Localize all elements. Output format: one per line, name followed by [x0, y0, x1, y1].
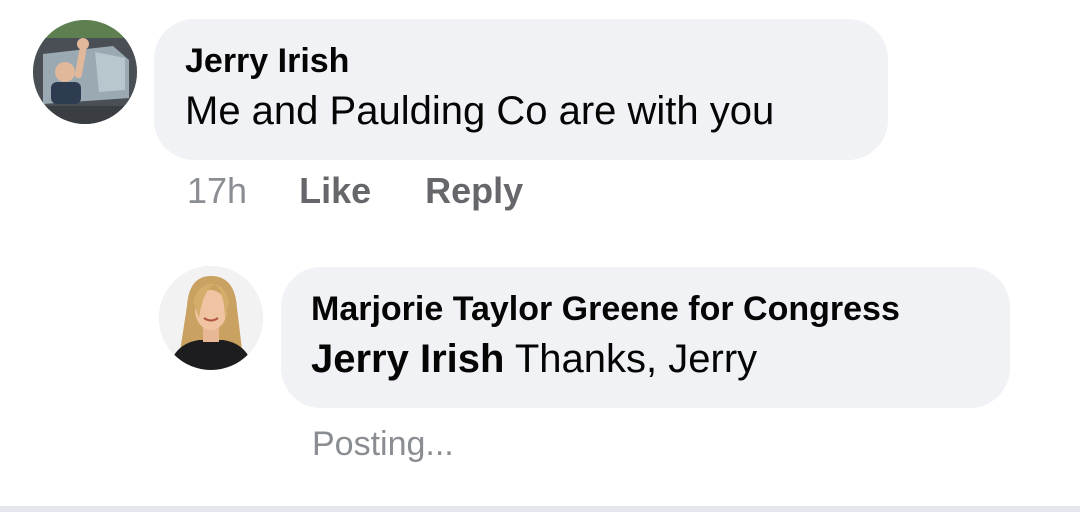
reply-bubble: Marjorie Taylor Greene for Congress Jerr…	[281, 267, 1010, 408]
reply-text-line: Jerry Irish Thanks, Jerry	[311, 333, 1010, 385]
reply-author-avatar[interactable]	[159, 266, 263, 370]
comment-author-name[interactable]: Jerry Irish	[185, 41, 888, 81]
man-in-car-waving-image	[33, 20, 137, 124]
bottom-divider	[0, 506, 1080, 512]
comment-actions: 17h Like Reply	[187, 168, 523, 214]
reply-button[interactable]: Reply	[425, 170, 523, 212]
reply-text: Thanks, Jerry	[504, 337, 758, 381]
comment-timestamp[interactable]: 17h	[187, 170, 247, 212]
woman-portrait-image	[159, 266, 263, 370]
reply-author-name[interactable]: Marjorie Taylor Greene for Congress	[311, 289, 1010, 329]
commenter-avatar[interactable]	[33, 20, 137, 124]
like-button[interactable]: Like	[299, 170, 371, 212]
mention-link[interactable]: Jerry Irish	[311, 337, 504, 381]
posting-status: Posting...	[312, 425, 454, 463]
comment-text: Me and Paulding Co are with you	[185, 89, 775, 133]
comment-bubble: Jerry Irish Me and Paulding Co are with …	[154, 19, 888, 160]
